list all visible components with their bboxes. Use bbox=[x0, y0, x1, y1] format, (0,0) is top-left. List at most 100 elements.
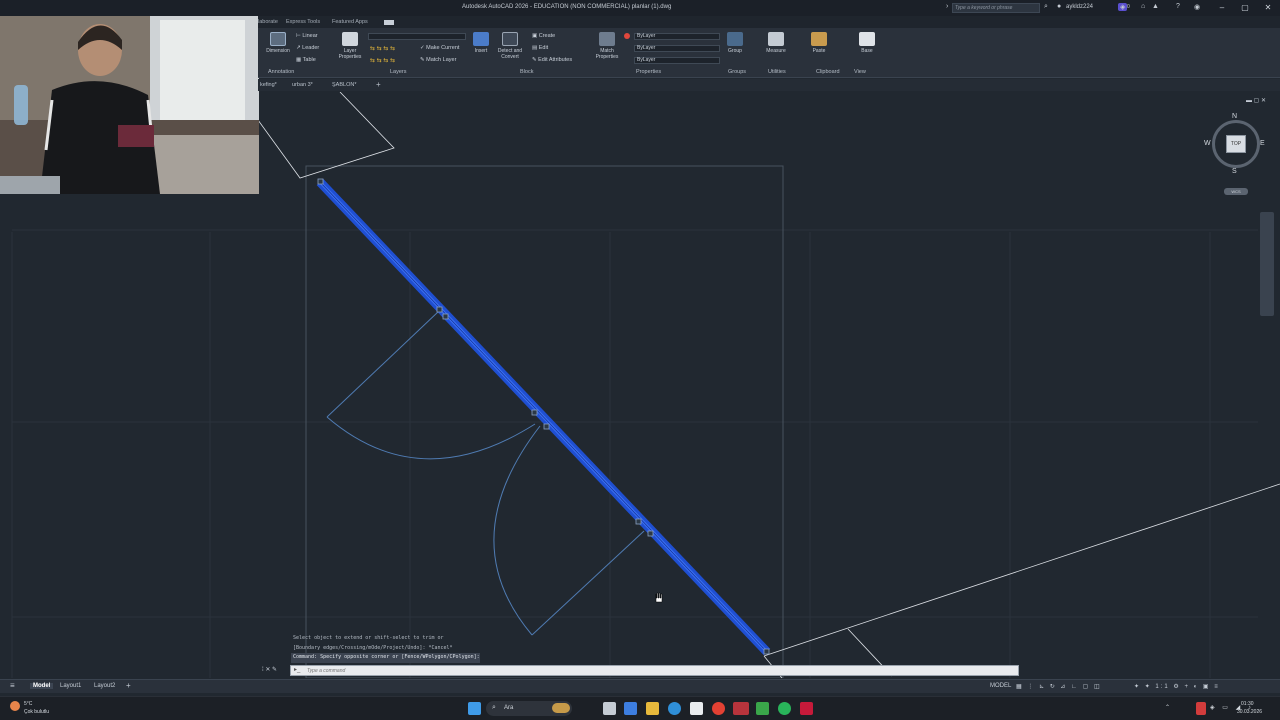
paste-button[interactable]: Paste bbox=[808, 32, 830, 54]
layout-tab-layout1[interactable]: Layout1 bbox=[60, 683, 81, 689]
linear-button[interactable]: ⊢ Linear bbox=[296, 33, 318, 39]
autocad-app-icon[interactable] bbox=[800, 702, 813, 715]
detect-and-convert-button[interactable]: Detect and Convert bbox=[494, 32, 526, 60]
annotation-panel-label[interactable]: Annotation bbox=[268, 69, 294, 75]
taskbar-search[interactable]: ⌕ Ara bbox=[486, 701, 572, 716]
store-icon[interactable] bbox=[690, 702, 703, 715]
match-properties-button[interactable]: Match Properties bbox=[592, 32, 622, 60]
cart-icon[interactable]: ⌂ bbox=[1141, 3, 1145, 10]
create-block-button[interactable]: ▣ Create bbox=[532, 33, 555, 39]
make-current-button[interactable]: ✓ Make Current bbox=[420, 45, 459, 51]
doc-tab-kefing[interactable]: kefing* bbox=[260, 82, 277, 88]
dimension-button[interactable]: Dimension bbox=[262, 32, 294, 54]
viewcube-top-face[interactable]: TOP bbox=[1226, 135, 1246, 153]
tab-express-tools[interactable]: Express Tools bbox=[286, 19, 320, 25]
app-green-icon[interactable] bbox=[756, 702, 769, 715]
layers-panel-label[interactable]: Layers bbox=[390, 69, 407, 75]
layer-dropdown[interactable] bbox=[368, 33, 466, 40]
doc-tab-urban[interactable]: urban 3* bbox=[292, 82, 313, 88]
match-layer-label: Match Layer bbox=[426, 57, 457, 63]
view-panel-label[interactable]: View bbox=[854, 69, 866, 75]
help-search-input[interactable]: Type a keyword or phrase bbox=[952, 3, 1040, 13]
document-tabs: kefing* urban 3* ŞABLON* + bbox=[258, 79, 1280, 91]
tray-mic-icon[interactable] bbox=[1196, 702, 1206, 715]
match-layer-icon: ✎ bbox=[420, 57, 425, 63]
color-dropdown[interactable]: ByLayer bbox=[634, 33, 720, 40]
base-button[interactable]: Base bbox=[856, 32, 878, 54]
measure-button[interactable]: Measure bbox=[762, 32, 790, 54]
doc-tab-sablon[interactable]: ŞABLON* bbox=[332, 82, 356, 88]
new-tab-icon[interactable]: + bbox=[376, 80, 381, 89]
ribbon-toggle-icon[interactable] bbox=[384, 20, 394, 25]
command-line-controls[interactable]: ⁞ ✕ ✎ bbox=[262, 666, 277, 673]
group-button[interactable]: Group bbox=[724, 32, 746, 54]
widgets-icon[interactable] bbox=[624, 702, 637, 715]
tray-chevron-icon[interactable]: ⌃ bbox=[1165, 704, 1170, 711]
command-input[interactable] bbox=[307, 667, 1007, 675]
linetype-dropdown[interactable]: ByLayer bbox=[634, 45, 720, 52]
ucs-menu[interactable]: WCS bbox=[1224, 188, 1248, 195]
match-layer-button[interactable]: ✎ Match Layer bbox=[420, 57, 456, 63]
edit-block-button[interactable]: ▤ Edit bbox=[532, 45, 548, 51]
drafting-toggles[interactable]: ▦ ⋮ ⊾ ↻ ⊿ ∟ ▢ ◫ bbox=[1016, 683, 1102, 690]
edge-icon[interactable] bbox=[668, 702, 681, 715]
group-icon bbox=[727, 32, 743, 46]
match-properties-icon bbox=[599, 32, 615, 46]
properties-panel-label[interactable]: Properties bbox=[636, 69, 661, 75]
maximize-button[interactable]: ▢ bbox=[1238, 2, 1252, 14]
help-icon[interactable]: ? bbox=[1176, 3, 1180, 10]
viewport-controls[interactable]: ▬ ▢ ✕ bbox=[1246, 97, 1266, 104]
utilities-panel-label[interactable]: Utilities bbox=[768, 69, 786, 75]
viewcube[interactable]: TOP N S E W WCS bbox=[1203, 112, 1269, 202]
edit-label: Edit bbox=[538, 45, 549, 51]
paste-label: Paste bbox=[812, 48, 826, 54]
notification-icon[interactable]: ◈ bbox=[1118, 3, 1128, 11]
block-panel-label[interactable]: Block bbox=[520, 69, 533, 75]
taskbar-search-label: Ara bbox=[504, 705, 514, 711]
compass-east[interactable]: E bbox=[1260, 140, 1265, 147]
table-label: Table bbox=[302, 57, 316, 63]
close-button[interactable]: ✕ bbox=[1261, 2, 1275, 14]
account-icon[interactable]: ◉ bbox=[1194, 3, 1200, 11]
clipboard-panel-label[interactable]: Clipboard bbox=[816, 69, 840, 75]
model-space-toggle[interactable]: MODEL bbox=[990, 683, 1011, 689]
navigation-bar[interactable] bbox=[1260, 212, 1274, 316]
autocad-taskbar-icon[interactable] bbox=[733, 702, 749, 715]
compass-west[interactable]: W bbox=[1204, 140, 1211, 147]
file-explorer-icon[interactable] bbox=[646, 702, 659, 715]
insert-icon bbox=[473, 32, 489, 46]
layer-tools-row2-icon[interactable]: ⇆ ⇆ ⇆ ⇆ bbox=[370, 57, 395, 64]
tab-featured-apps[interactable]: Featured Apps bbox=[332, 19, 368, 25]
layout-tab-layout2[interactable]: Layout2 bbox=[94, 683, 115, 689]
layout-tab-model[interactable]: Model bbox=[30, 683, 54, 689]
share-icon[interactable]: ▲ bbox=[1152, 3, 1159, 10]
chrome-icon[interactable] bbox=[712, 702, 725, 715]
layer-tools-icon[interactable]: ⇆ ⇆ ⇆ ⇆ bbox=[370, 45, 395, 52]
whatsapp-icon[interactable] bbox=[778, 702, 791, 715]
search-icon[interactable]: ⌕ bbox=[1044, 3, 1048, 11]
edit-attributes-button[interactable]: ✎ Edit Attributes bbox=[532, 57, 572, 63]
groups-panel-label[interactable]: Groups bbox=[728, 69, 746, 75]
search-arrow-icon[interactable]: › bbox=[946, 3, 948, 10]
minimize-button[interactable]: – bbox=[1215, 2, 1229, 14]
user-icon[interactable]: ● bbox=[1057, 3, 1061, 10]
tab-collaborate[interactable]: laborate bbox=[258, 19, 278, 25]
annotation-toggles[interactable]: ✦ ✦ 1:1 ⚙ + ◐ ▣ ≡ bbox=[1134, 683, 1220, 690]
paste-icon bbox=[811, 32, 827, 46]
table-button[interactable]: ▦ Table bbox=[296, 57, 316, 63]
compass-south[interactable]: S bbox=[1232, 168, 1237, 175]
command-line[interactable]: ▸_ bbox=[290, 665, 1019, 676]
compass-north[interactable]: N bbox=[1232, 113, 1237, 120]
task-view-icon[interactable] bbox=[603, 702, 616, 715]
command-prompt-icon[interactable]: ▸_ bbox=[294, 666, 300, 673]
lineweight-dropdown[interactable]: ByLayer bbox=[634, 57, 720, 64]
add-layout-icon[interactable]: + bbox=[126, 681, 131, 690]
layer-properties-button[interactable]: Layer Properties bbox=[334, 32, 366, 60]
windows-start-icon[interactable] bbox=[468, 702, 481, 715]
insert-button[interactable]: Insert bbox=[470, 32, 492, 54]
weather-icon[interactable] bbox=[10, 701, 20, 711]
grid bbox=[11, 229, 1258, 678]
leader-button[interactable]: ↗ Leader bbox=[296, 45, 319, 51]
menu-icon[interactable]: ≡ bbox=[10, 681, 15, 690]
user-name[interactable]: aykldz224 bbox=[1066, 4, 1093, 10]
